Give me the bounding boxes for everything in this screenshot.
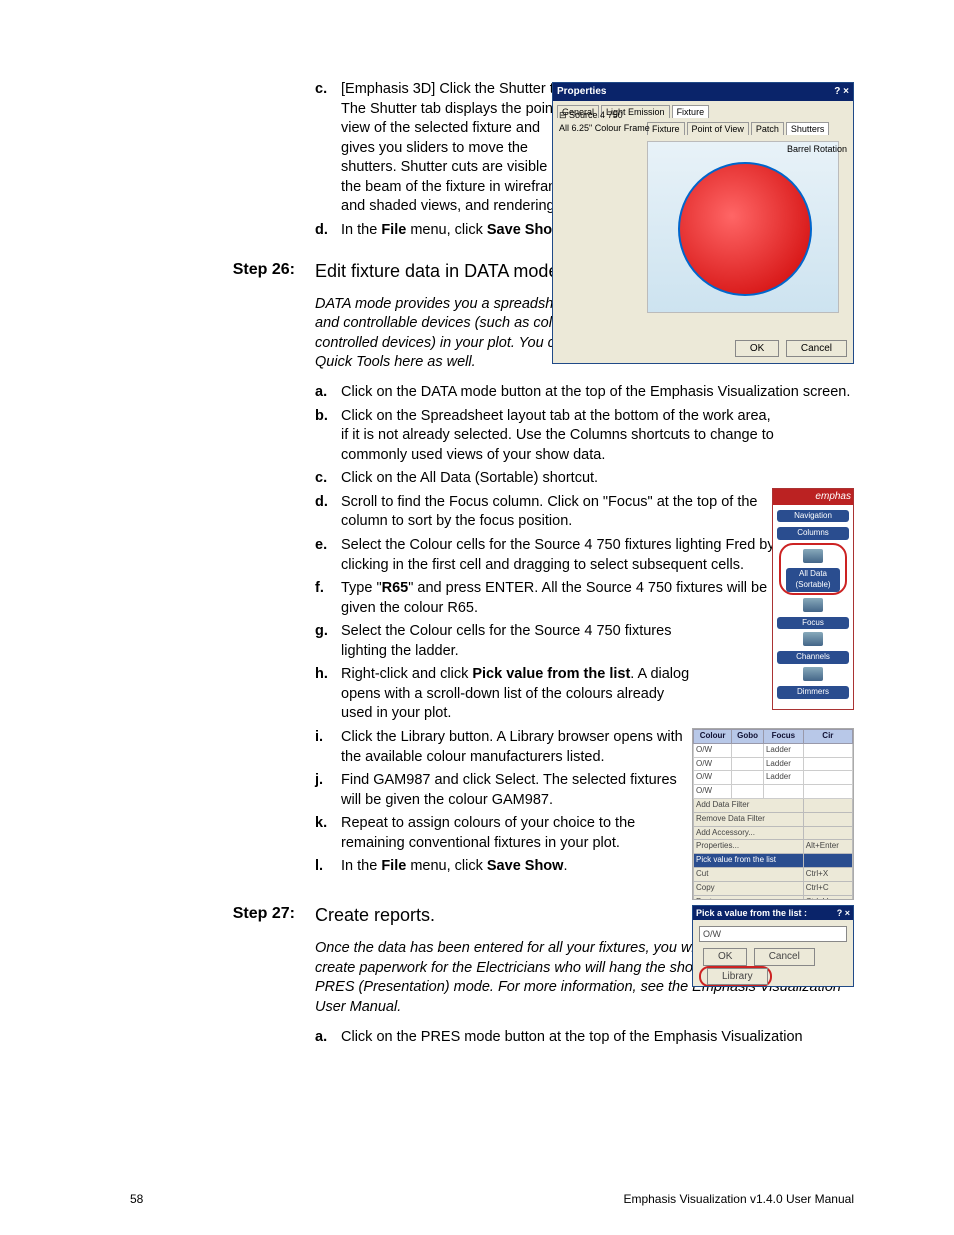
dialog-title: Properties (557, 85, 606, 99)
tab[interactable]: Fixture (672, 105, 710, 118)
list-text: Find GAM987 and click Select. The select… (341, 771, 691, 810)
list-text: [Emphasis 3D] Click the Shutter tab. The… (341, 80, 575, 217)
page-footer: 58 Emphasis Visualization v1.4.0 User Ma… (130, 1191, 854, 1207)
popup-value-field[interactable]: O/W (699, 926, 847, 942)
inner-tab[interactable]: Shutters (786, 122, 830, 135)
list-marker: k. (315, 814, 341, 853)
list-marker: l. (315, 857, 341, 877)
list-marker: j. (315, 771, 341, 810)
popup-library-button[interactable]: Library (707, 968, 768, 986)
list-item: c.[Emphasis 3D] Click the Shutter tab. T… (315, 80, 575, 217)
list-text: Select the Colour cells for the Source 4… (341, 536, 781, 575)
list-marker: c. (315, 80, 341, 217)
list-marker: g. (315, 622, 341, 661)
list-item: a.Click on the PRES mode button at the t… (315, 1028, 854, 1048)
list-marker: d. (315, 221, 341, 241)
step-26-label: Step 26: (130, 259, 315, 281)
list-marker: f. (315, 579, 341, 618)
step-27-label: Step 27: (130, 903, 315, 925)
list-item: c.Click on the All Data (Sortable) short… (315, 469, 854, 489)
doc-title: Emphasis Visualization v1.4.0 User Manua… (623, 1191, 854, 1207)
figure-columns-shortcuts: emphas Navigation Columns All Data (Sortab… (772, 488, 854, 710)
list-text: Repeat to assign colours of your choice … (341, 814, 691, 853)
list-item: d.In the File menu, click Save Show. (315, 221, 575, 241)
inner-tab[interactable]: Patch (751, 122, 784, 135)
list-text: Click on the Spreadsheet layout tab at t… (341, 407, 781, 466)
shortcut-pill[interactable]: Columns (777, 527, 849, 540)
list-marker: h. (315, 665, 341, 724)
inner-tab[interactable]: Fixture (647, 122, 685, 135)
list-marker: d. (315, 493, 341, 532)
list-marker: b. (315, 407, 341, 466)
figure-context-menu: ColourGoboFocusCirO/WLadderO/WLadderO/WL… (692, 728, 854, 900)
list-text: Click the Library button. A Library brow… (341, 728, 691, 767)
brand-fragment: emphas (773, 489, 853, 505)
list-item: b.Click on the Spreadsheet layout tab at… (315, 407, 854, 466)
figure-pick-value-dialog: Pick a value from the list :? × O/W OK C… (692, 905, 854, 987)
figure-properties-dialog: Properties? × GeneralLight EmissionFixtu… (552, 82, 854, 364)
list-text: Click on the PRES mode button at the top… (341, 1028, 854, 1048)
list-marker: a. (315, 1028, 341, 1048)
list-marker: a. (315, 383, 341, 403)
list-text: In the File menu, click Save Show. (341, 221, 575, 241)
list-text: Click on the All Data (Sortable) shortcu… (341, 469, 781, 489)
page-number: 58 (130, 1191, 143, 1207)
list-marker: e. (315, 536, 341, 575)
list-text: Type "R65" and press ENTER. All the Sour… (341, 579, 781, 618)
list-text: In the File menu, click Save Show. (341, 857, 691, 877)
inner-tab[interactable]: Point of View (687, 122, 749, 135)
popup-ok-button[interactable]: OK (703, 948, 747, 966)
shortcut-pill[interactable]: All Data (Sortable) (786, 568, 840, 592)
list-marker: i. (315, 728, 341, 767)
list-text: Scroll to find the Focus column. Click o… (341, 493, 781, 532)
barrel-rotation-label: Barrel Rotation (787, 143, 847, 155)
shortcut-pill[interactable]: Navigation (777, 510, 849, 523)
ok-button[interactable]: OK (735, 340, 779, 358)
list-item: a.Click on the DATA mode button at the t… (315, 383, 854, 403)
list-text: Right-click and click Pick value from th… (341, 665, 691, 724)
shortcut-pill[interactable]: Focus (777, 617, 849, 630)
popup-title: Pick a value from the list : (696, 907, 807, 919)
shortcut-pill[interactable]: Channels (777, 651, 849, 664)
list-text: Click on the DATA mode button at the top… (341, 383, 854, 403)
popup-cancel-button[interactable]: Cancel (754, 948, 815, 966)
list-text: Select the Colour cells for the Source 4… (341, 622, 691, 661)
shortcut-pill[interactable]: Dimmers (777, 686, 849, 699)
cancel-button[interactable]: Cancel (786, 340, 847, 358)
list-marker: c. (315, 469, 341, 489)
document-page: c.[Emphasis 3D] Click the Shutter tab. T… (0, 0, 954, 1235)
